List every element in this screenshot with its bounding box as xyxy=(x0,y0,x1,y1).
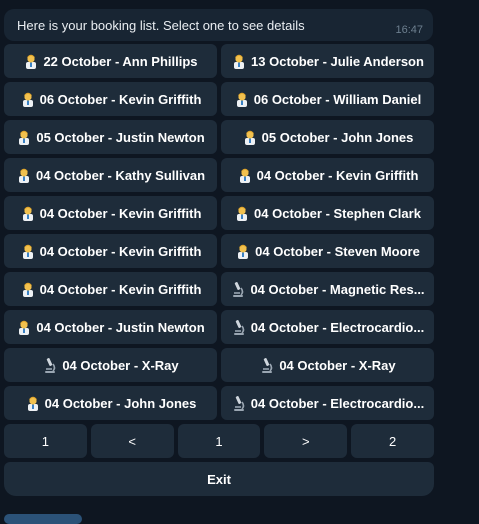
message-time: 16:47 xyxy=(395,24,423,36)
booking-label: 04 October - X-Ray xyxy=(279,357,396,373)
page-current-button[interactable]: 1 xyxy=(177,424,261,458)
booking-label: 04 October - Kathy Sullivan xyxy=(35,167,206,183)
booking-row: 04 October - Kevin Griffith 04 October - … xyxy=(4,234,434,268)
booking-button[interactable]: 04 October - Electrocardio... xyxy=(221,310,434,344)
microscope-icon xyxy=(42,357,58,373)
bottom-pill xyxy=(4,514,82,524)
booking-button[interactable]: 04 October - Kevin Griffith xyxy=(4,234,217,268)
booking-label: 04 October - Electrocardio... xyxy=(250,319,425,335)
booking-label: 04 October - Justin Newton xyxy=(36,319,205,335)
booking-button[interactable]: 04 October - Kathy Sullivan xyxy=(4,158,217,192)
booking-label: 04 October - John Jones xyxy=(44,395,197,411)
booking-button[interactable]: 22 October - Ann Phillips xyxy=(4,44,217,78)
booking-row: 04 October - Justin Newton 04 October - E… xyxy=(4,310,434,344)
booking-row: 04 October - Kevin Griffith 04 October - … xyxy=(4,196,434,230)
bot-message-bubble: Here is your booking list. Select one to… xyxy=(4,9,433,41)
booking-button[interactable]: 04 October - Kevin Griffith xyxy=(221,158,434,192)
booking-button[interactable]: 04 October - Kevin Griffith xyxy=(4,272,217,306)
booking-label: 04 October - Steven Moore xyxy=(255,243,420,259)
booking-label: 04 October - X-Ray xyxy=(62,357,179,373)
doctor-icon xyxy=(234,91,250,107)
doctor-icon xyxy=(16,319,32,335)
booking-button[interactable]: 13 October - Julie Anderson xyxy=(221,44,434,78)
doctor-icon xyxy=(20,281,36,297)
booking-row: 04 October - Kathy Sullivan 04 October - … xyxy=(4,158,434,192)
doctor-icon xyxy=(234,205,250,221)
booking-row: 05 October - Justin Newton 05 October - J… xyxy=(4,120,434,154)
booking-row: 04 October - X-Ray 04 October - X-Ray xyxy=(4,348,434,382)
booking-label: 06 October - Kevin Griffith xyxy=(39,91,202,107)
booking-row: 04 October - John Jones 04 October - Elec… xyxy=(4,386,434,420)
page-first-button[interactable]: 1 xyxy=(4,424,87,458)
booking-button[interactable]: 04 October - Steven Moore xyxy=(221,234,434,268)
doctor-icon xyxy=(20,243,36,259)
booking-button[interactable]: 06 October - William Daniel xyxy=(221,82,434,116)
page-next-button[interactable]: > xyxy=(264,424,348,458)
doctor-icon xyxy=(16,129,32,145)
booking-label: 04 October - Stephen Clark xyxy=(254,205,421,221)
microscope-icon xyxy=(230,281,246,297)
booking-label: 05 October - John Jones xyxy=(261,129,414,145)
doctor-icon xyxy=(23,53,39,69)
booking-label: 04 October - Kevin Griffith xyxy=(256,167,419,183)
booking-label: 04 October - Magnetic Res... xyxy=(250,281,425,297)
booking-row: 22 October - Ann Phillips 13 October - Ju… xyxy=(4,44,434,78)
booking-label: 05 October - Justin Newton xyxy=(36,129,205,145)
booking-button[interactable]: 04 October - Stephen Clark xyxy=(221,196,434,230)
booking-button[interactable]: 04 October - John Jones xyxy=(4,386,217,420)
booking-button[interactable]: 04 October - Kevin Griffith xyxy=(4,196,217,230)
doctor-icon xyxy=(25,395,41,411)
microscope-icon xyxy=(259,357,275,373)
microscope-icon xyxy=(231,319,247,335)
booking-button[interactable]: 04 October - Electrocardio... xyxy=(221,386,434,420)
doctor-icon xyxy=(16,167,32,183)
booking-button[interactable]: 05 October - Justin Newton xyxy=(4,120,217,154)
exit-button[interactable]: Exit xyxy=(4,462,434,496)
pagination-row: 1 <1 >2 xyxy=(4,424,434,458)
exit-row: Exit xyxy=(4,462,434,496)
inline-keyboard: 22 October - Ann Phillips 13 October - Ju… xyxy=(4,44,434,496)
booking-button[interactable]: 04 October - Magnetic Res... xyxy=(221,272,434,306)
doctor-icon xyxy=(231,53,247,69)
booking-button[interactable]: 04 October - Justin Newton xyxy=(4,310,217,344)
booking-label: 04 October - Kevin Griffith xyxy=(39,205,202,221)
booking-button[interactable]: 05 October - John Jones xyxy=(221,120,434,154)
booking-row: 04 October - Kevin Griffith 04 October - … xyxy=(4,272,434,306)
booking-label: 22 October - Ann Phillips xyxy=(43,53,198,69)
booking-label: 04 October - Electrocardio... xyxy=(250,395,425,411)
message-text: Here is your booking list. Select one to… xyxy=(17,18,305,33)
microscope-icon xyxy=(231,395,247,411)
booking-button[interactable]: 06 October - Kevin Griffith xyxy=(4,82,217,116)
booking-label: 04 October - Kevin Griffith xyxy=(39,243,202,259)
doctor-icon xyxy=(20,91,36,107)
page-last-button[interactable]: 2 xyxy=(351,424,434,458)
booking-label: 04 October - Kevin Griffith xyxy=(39,281,202,297)
booking-button[interactable]: 04 October - X-Ray xyxy=(4,348,217,382)
doctor-icon xyxy=(237,167,253,183)
booking-button[interactable]: 04 October - X-Ray xyxy=(221,348,434,382)
doctor-icon xyxy=(242,129,258,145)
booking-label: 13 October - Julie Anderson xyxy=(251,53,424,69)
doctor-icon xyxy=(235,243,251,259)
page-prev-button[interactable]: < xyxy=(90,424,174,458)
booking-row: 06 October - Kevin Griffith 06 October - … xyxy=(4,82,434,116)
booking-label: 06 October - William Daniel xyxy=(253,91,422,107)
doctor-icon xyxy=(20,205,36,221)
